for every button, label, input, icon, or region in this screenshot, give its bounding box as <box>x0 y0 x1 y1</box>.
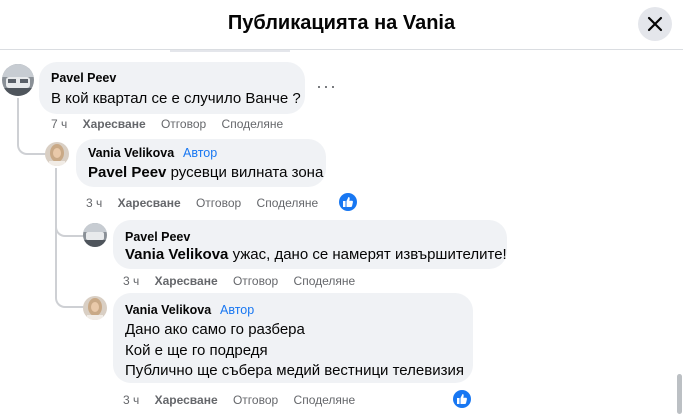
comment-body: русевци вилната зона <box>166 164 324 181</box>
comment-author[interactable]: Pavel Peev <box>125 230 190 244</box>
comment-text-line: Кой е ще го подредя <box>125 342 268 359</box>
like-reaction[interactable] <box>339 193 357 211</box>
comment-timestamp[interactable]: 3 ч <box>123 274 139 288</box>
thumbs-up-icon <box>457 394 467 404</box>
share-button[interactable]: Споделяне <box>222 117 284 131</box>
thread-line <box>55 215 84 237</box>
like-button[interactable]: Харесване <box>118 196 181 210</box>
comment-actions: 3 ч Харесване Отговор Споделяне <box>86 196 330 210</box>
thumbs-up-icon <box>343 197 353 207</box>
comment-author[interactable]: Vania Velikova <box>125 303 211 317</box>
comment-actions: 3 ч Харесване Отговор Споделяне <box>123 274 367 288</box>
comment-text: Pavel Peev русевци вилната зона <box>88 164 323 181</box>
reply-button[interactable]: Отговор <box>233 393 278 407</box>
avatar[interactable] <box>2 64 34 96</box>
author-badge: Автор <box>183 146 218 160</box>
share-button[interactable]: Споделяне <box>257 196 319 210</box>
comment-text-line: Публично ще събера медий вестници телеви… <box>125 362 464 379</box>
comment-text: Vania Velikova ужас, дано се намерят изв… <box>125 246 507 263</box>
reply-button[interactable]: Отговор <box>233 274 278 288</box>
thread-line <box>55 280 84 308</box>
comment-actions: 3 ч Харесване Отговор Споделяне <box>123 393 367 407</box>
share-button[interactable]: Споделяне <box>294 274 356 288</box>
like-button[interactable]: Харесване <box>155 393 218 407</box>
comment-body: ужас, дано се намерят извършителите! <box>228 246 507 263</box>
close-icon <box>647 16 663 32</box>
comment-actions: 7 ч Харесване Отговор Споделяне <box>51 117 295 131</box>
avatar[interactable] <box>83 296 107 320</box>
truncated-previous-content <box>170 50 290 52</box>
reply-button[interactable]: Отговор <box>196 196 241 210</box>
like-reaction[interactable] <box>453 390 471 408</box>
comment-author[interactable]: Vania Velikova <box>88 146 174 160</box>
reply-button[interactable]: Отговор <box>161 117 206 131</box>
comment-timestamp[interactable]: 3 ч <box>86 196 102 210</box>
scrollbar-thumb[interactable] <box>677 374 682 414</box>
like-button[interactable]: Харесване <box>155 274 218 288</box>
avatar[interactable] <box>45 142 69 166</box>
mention-link[interactable]: Vania Velikova <box>125 246 228 263</box>
avatar[interactable] <box>83 223 107 247</box>
comment-timestamp[interactable]: 7 ч <box>51 117 67 131</box>
dialog-title: Публикацията на Vania <box>227 12 456 34</box>
like-button[interactable]: Харесване <box>83 117 146 131</box>
comment-text: В кой квартал се е случило Ванче ? <box>51 90 301 107</box>
comment-timestamp[interactable]: 3 ч <box>123 393 139 407</box>
close-button[interactable] <box>638 7 672 41</box>
mention-link[interactable]: Pavel Peev <box>88 164 166 181</box>
more-options-icon[interactable]: ··· <box>316 76 337 97</box>
share-button[interactable]: Споделяне <box>294 393 356 407</box>
dialog-header: Публикацията на Vania <box>0 0 683 50</box>
author-badge: Автор <box>220 303 255 317</box>
comment-text-line: Дано ако само го разбера <box>125 321 305 338</box>
comment-author[interactable]: Pavel Peev <box>51 71 116 85</box>
